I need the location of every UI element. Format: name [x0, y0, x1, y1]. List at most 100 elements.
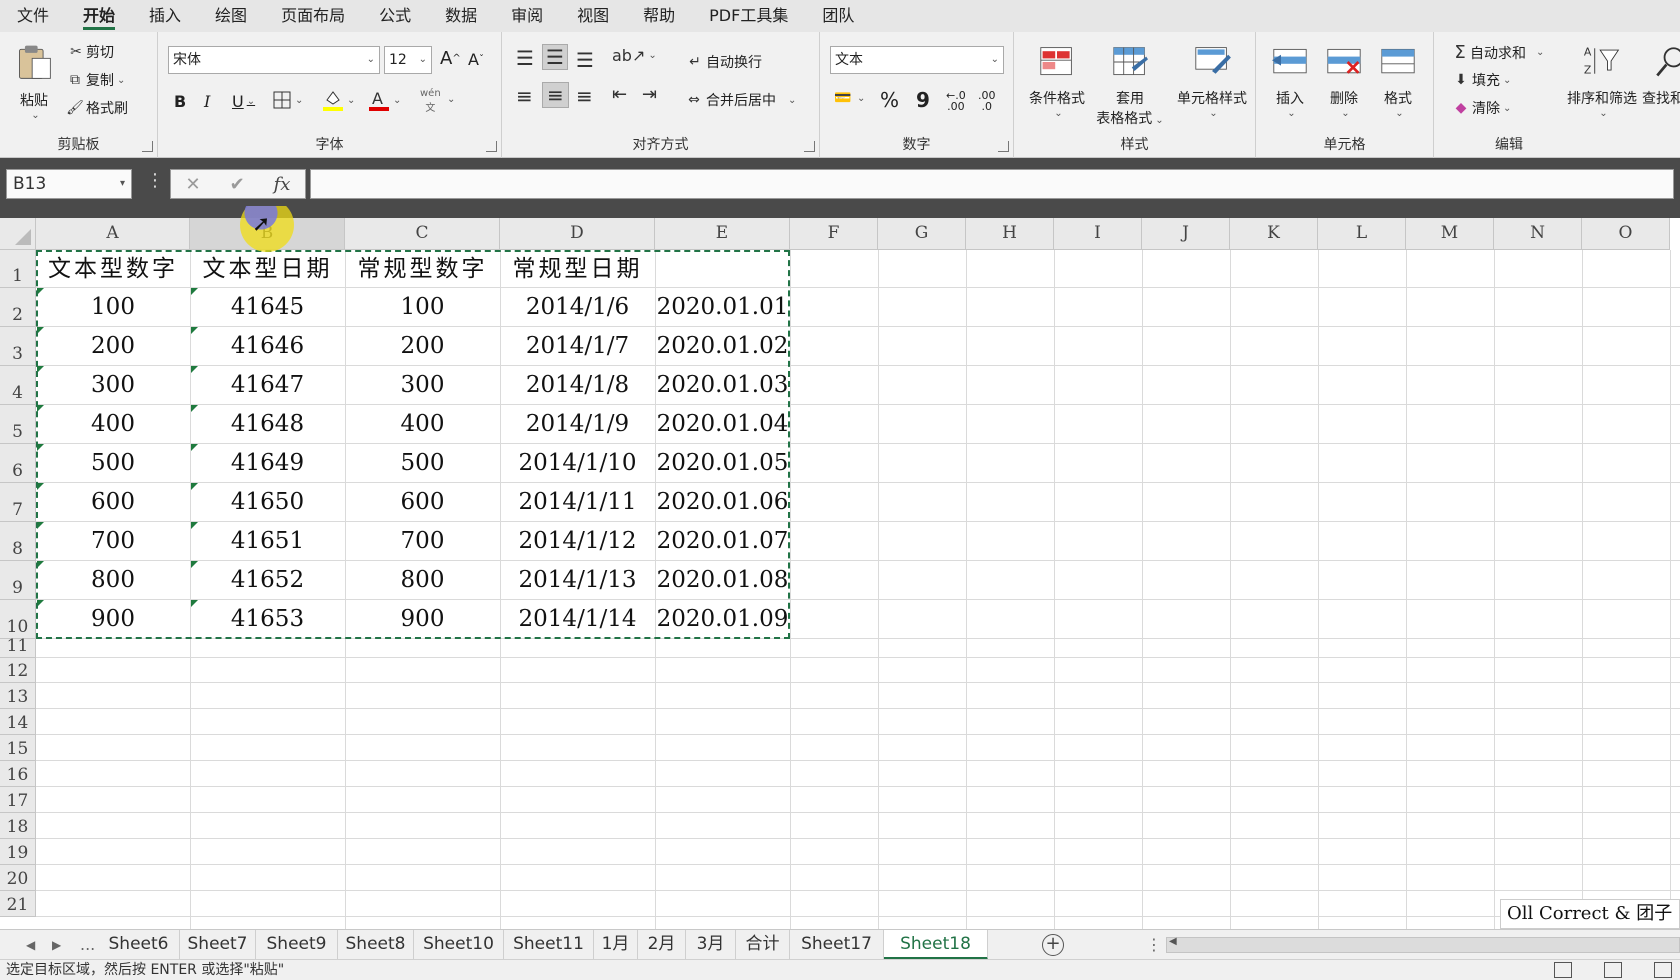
row-header-1[interactable]: 1 [0, 250, 36, 288]
column-header-j[interactable]: J [1142, 218, 1230, 250]
underline-button[interactable]: U ⌄ [232, 92, 255, 111]
format-painter-button[interactable]: 🖌 格式刷 [64, 98, 128, 118]
page-layout-view-icon[interactable] [1604, 962, 1622, 978]
page-break-view-icon[interactable] [1654, 962, 1672, 978]
tab-split-handle[interactable]: ⋮ [1146, 930, 1162, 960]
decrease-decimal-button[interactable]: .00.0 [978, 90, 996, 112]
orientation-button[interactable]: ab↗ ⌄ [612, 46, 657, 65]
row-header-20[interactable]: 20 [0, 865, 36, 891]
font-launcher-icon[interactable] [486, 141, 497, 152]
row-header-18[interactable]: 18 [0, 813, 36, 839]
bold-button[interactable]: B [174, 92, 186, 111]
autosum-button[interactable]: Σ 自动求和 ⌄ [1450, 42, 1544, 63]
menu-data[interactable]: 数据 [428, 0, 494, 32]
row-header-6[interactable]: 6 [0, 444, 36, 483]
cut-button[interactable]: ✂ 剪切 [66, 42, 114, 62]
sheet-tab[interactable]: Sheet17 [790, 930, 884, 960]
align-right-button[interactable]: ≡ [576, 84, 593, 108]
fill-color-button[interactable]: ⌄ [322, 88, 355, 112]
tab-scroll-left-icon[interactable]: ◀ [26, 930, 35, 960]
conditional-formatting-button[interactable]: 条件格式 ⌄ [1024, 44, 1090, 119]
column-header-o[interactable]: O [1582, 218, 1670, 250]
align-top-button[interactable]: ☰ [516, 46, 534, 70]
column-header-k[interactable]: K [1230, 218, 1318, 250]
align-middle-button[interactable]: ☰ [542, 44, 568, 70]
find-select-button[interactable]: 查找和 [1642, 42, 1680, 108]
menu-draw[interactable]: 绘图 [198, 0, 264, 32]
accounting-format-button[interactable]: 💳 ⌄ [832, 90, 865, 106]
fill-button[interactable]: ⬇ 填充 ⌄ [1450, 70, 1511, 90]
sheet-tab[interactable]: Sheet7 [180, 930, 256, 960]
normal-view-icon[interactable] [1554, 962, 1572, 978]
name-box[interactable]: B13 ▾ [6, 169, 132, 199]
column-header-f[interactable]: F [790, 218, 878, 250]
menu-view[interactable]: 视图 [560, 0, 626, 32]
row-header-12[interactable]: 12 [0, 658, 36, 683]
insert-cells-button[interactable]: 插入 ⌄ [1264, 44, 1316, 119]
sheet-tab[interactable]: 1月 [594, 930, 638, 960]
shrink-font-button[interactable]: Aˇ [468, 50, 484, 69]
borders-button[interactable]: ⌄ [272, 90, 303, 110]
grow-font-button[interactable]: A ^ [440, 48, 461, 69]
scroll-left-arrow-icon[interactable]: ◀ [1169, 936, 1177, 947]
row-header-4[interactable]: 4 [0, 366, 36, 405]
column-header-g[interactable]: G [878, 218, 966, 250]
column-header-i[interactable]: I [1054, 218, 1142, 250]
sheet-tab[interactable]: Sheet11 [504, 930, 594, 960]
row-header-19[interactable]: 19 [0, 839, 36, 865]
add-sheet-button[interactable]: + [1042, 934, 1064, 956]
column-header-l[interactable]: L [1318, 218, 1406, 250]
format-cells-button[interactable]: 格式 ⌄ [1372, 44, 1424, 119]
format-as-table-button[interactable]: 套用 表格格式 ⌄ [1090, 44, 1170, 128]
copy-button[interactable]: ⧉ 复制 ⌄ [64, 70, 125, 90]
percent-style-button[interactable]: % [880, 88, 899, 112]
column-header-h[interactable]: H [966, 218, 1054, 250]
italic-button[interactable]: I [204, 92, 210, 111]
column-header-a[interactable]: A [36, 218, 190, 250]
tab-ellipsis[interactable]: ... [80, 930, 95, 960]
row-header-2[interactable]: 2 [0, 288, 36, 327]
sheet-tab[interactable]: Sheet6 [98, 930, 180, 960]
menu-insert[interactable]: 插入 [132, 0, 198, 32]
increase-decimal-button[interactable]: ←.0.00 [946, 90, 966, 112]
menu-home[interactable]: 开始 [66, 0, 132, 32]
column-header-m[interactable]: M [1406, 218, 1494, 250]
column-header-e[interactable]: E [655, 218, 790, 250]
font-name-dropdown[interactable]: 宋体 ⌄ [168, 46, 380, 74]
cancel-icon[interactable]: ✕ [185, 174, 200, 195]
font-color-button[interactable]: A ⌄ [368, 88, 401, 112]
sheet-tab[interactable]: Sheet9 [256, 930, 338, 960]
menu-review[interactable]: 审阅 [494, 0, 560, 32]
tab-scroll-right-icon[interactable]: ▶ [52, 930, 61, 960]
row-header-11[interactable]: 11 [0, 636, 36, 658]
row-header-17[interactable]: 17 [0, 787, 36, 813]
sheet-tab[interactable]: Sheet8 [338, 930, 414, 960]
row-header-5[interactable]: 5 [0, 405, 36, 444]
font-size-dropdown[interactable]: 12 ⌄ [384, 46, 432, 74]
row-header-3[interactable]: 3 [0, 327, 36, 366]
clear-button[interactable]: ◆ 清除 ⌄ [1450, 98, 1512, 118]
row-header-10[interactable]: 10 [0, 600, 36, 639]
cell-styles-button[interactable]: 单元格样式 ⌄ [1172, 44, 1252, 119]
sheet-tab[interactable]: 2月 [638, 930, 686, 960]
column-header-n[interactable]: N [1494, 218, 1582, 250]
menu-formulas[interactable]: 公式 [362, 0, 428, 32]
row-header-13[interactable]: 13 [0, 683, 36, 709]
row-header-14[interactable]: 14 [0, 709, 36, 735]
sheet-tab[interactable]: Sheet10 [414, 930, 504, 960]
menu-file[interactable]: 文件 [0, 0, 66, 32]
decrease-indent-button[interactable]: ⇤ [612, 84, 627, 105]
row-header-9[interactable]: 9 [0, 561, 36, 600]
sheet-tab[interactable]: 合计 [736, 930, 790, 960]
sort-filter-button[interactable]: A Z 排序和筛选 ⌄ [1562, 42, 1642, 119]
align-left-button[interactable]: ≡ [516, 84, 533, 108]
number-format-dropdown[interactable]: 文本 ⌄ [830, 46, 1004, 74]
column-header-d[interactable]: D [500, 218, 655, 250]
select-all-button[interactable] [0, 218, 36, 250]
formula-input[interactable] [310, 169, 1674, 199]
column-header-c[interactable]: C [345, 218, 500, 250]
align-bottom-button[interactable]: ☰ [576, 48, 594, 72]
menu-team[interactable]: 团队 [805, 0, 871, 32]
phonetic-dropdown[interactable]: ⌄ [444, 94, 455, 105]
row-header-8[interactable]: 8 [0, 522, 36, 561]
